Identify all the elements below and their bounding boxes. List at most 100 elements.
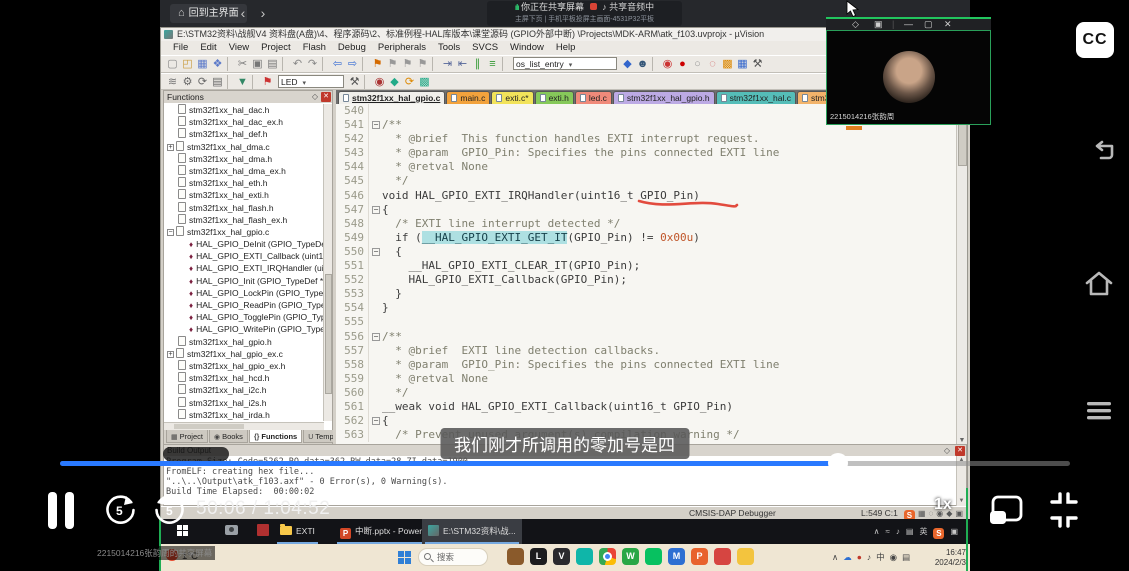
tree-item[interactable]: ♦HAL_GPIO_EXTI_Callback (uint16_t GPIO..… [165,250,323,262]
search-icon[interactable]: ◉ [660,56,675,72]
bookmark-next-icon[interactable]: ⚑ [400,56,415,72]
box-icon[interactable]: ▩ [720,56,735,72]
editor-tab-exti-c-[interactable]: exti.c* [491,91,533,104]
restore-icon[interactable]: ▣ [874,19,883,30]
redo-icon[interactable]: ↷ [305,56,320,72]
tree-item[interactable]: stm32f1xx_hal_dac_ex.h [165,116,323,128]
editor-tab-led-c[interactable]: led.c [575,91,612,104]
uvision-window[interactable]: E:\STM32资料\战... [422,519,522,544]
editor-tab-exti-h[interactable]: exti.h [535,91,574,104]
chevron-up-icon[interactable]: ∧ [874,527,880,536]
tablet-icon[interactable]: ▣ [950,527,958,536]
taskbar-search[interactable]: 搜索 [418,548,488,566]
playback-speed[interactable]: 1x [934,496,952,514]
collapse-icon[interactable]: − [167,229,174,236]
tree-item[interactable]: stm32f1xx_hal_exti.h [165,189,323,201]
expand-icon[interactable]: + [167,144,174,151]
chevron-up-icon[interactable]: ∧ [832,552,838,562]
fold-icon[interactable]: − [372,248,380,256]
manage-components-icon[interactable]: ▩ [417,74,432,90]
start-button-win11[interactable] [398,551,411,564]
close-build-output-button[interactable]: ✕ [955,446,965,456]
tree-item[interactable]: ♦HAL_GPIO_WritePin (GPIO_TypeDef *GP... [165,323,323,335]
tree-item[interactable]: stm32f1xx_hal_i2s.h [165,397,323,409]
tree-item[interactable]: stm32f1xx_hal_dac.h [165,104,323,116]
cc-button[interactable]: CC [1076,22,1114,58]
input-lang-icon[interactable]: 英 [919,527,927,536]
debug-session-icon[interactable]: ◉ [372,74,387,90]
tree-item[interactable]: −stm32f1xx_hal_gpio.c [165,226,323,238]
battery-icon[interactable]: ▤ [902,552,910,562]
menu-file[interactable]: File [167,41,194,55]
tree-item[interactable]: +stm32f1xx_hal_dma.c [165,141,323,153]
app-monkey-icon[interactable] [507,548,524,565]
folder-window-exti[interactable]: EXTI [274,519,321,544]
tree-item[interactable]: stm32f1xx_hal_hcd.h [165,372,323,384]
maximize-icon[interactable]: ▢ [924,19,933,30]
breakpoint-clear-icon[interactable]: ◌ [705,56,720,72]
run-to-line-icon[interactable]: ☻ [635,56,650,72]
target-flag-icon[interactable]: ⚑ [260,74,275,90]
pause-button[interactable] [48,492,80,529]
app-chrome-icon[interactable] [599,548,616,565]
tree-item[interactable]: stm32f1xx_hal_dma_ex.h [165,165,323,177]
rewind-5-button[interactable]: 5 [102,492,138,528]
editor-vscrollbar[interactable]: ▲▼ [956,104,967,444]
seek-bar[interactable] [60,461,1070,466]
editor-tab-stm32f1xx-hal-c[interactable]: stm32f1xx_hal.c [716,91,796,104]
translate-icon[interactable]: ≋ [165,74,180,90]
volume-icon[interactable]: ♪ [896,527,900,536]
close-panel-button[interactable]: ✕ [321,92,331,102]
target-select-combo[interactable]: LED▾ [278,75,344,88]
nav-prev-button[interactable]: ‹ [236,3,250,23]
bookmark-clear-icon[interactable]: ⚑ [415,56,430,72]
grid-icon[interactable]: ▦ [735,56,750,72]
save-icon[interactable]: ▦ [195,56,210,72]
app-red-icon[interactable] [714,548,731,565]
save-all-icon[interactable]: ❖ [210,56,225,72]
uncomment-icon[interactable]: ≡ [485,56,500,72]
back-icon[interactable] [1088,140,1116,162]
app-blue-icon[interactable]: M [668,548,685,565]
editor-tab-stm32f1xx-hal-gpio-c[interactable]: stm32f1xx_hal_gpio.c [338,91,445,104]
pin-icon[interactable]: ◇ [312,91,318,103]
tree-item[interactable]: stm32f1xx_hal_gpio_ex.h [165,360,323,372]
media-icon[interactable]: ♪ [867,552,871,562]
comment-icon[interactable]: ∥ [470,56,485,72]
panel-tab-books[interactable]: ◉Books [209,430,248,443]
fold-icon[interactable]: − [372,417,380,425]
webcam-video[interactable]: 2215014216张韵周 [826,30,991,125]
functions-tree-hscrollbar[interactable] [164,422,324,430]
tree-item[interactable]: stm32f1xx_hal_flash.h [165,202,323,214]
menu-edit[interactable]: Edit [194,41,222,55]
keyboard-icon[interactable]: ▤ [906,527,914,536]
copy-icon[interactable]: ▣ [250,56,265,72]
network-icon[interactable]: ≈ [885,527,889,536]
tree-item[interactable]: stm32f1xx_hal_irda.h [165,409,323,421]
app-dark-l-icon[interactable]: L [530,548,547,565]
bookmark-icon[interactable]: ⚑ [370,56,385,72]
editor-tab-main-c[interactable]: main.c [446,91,490,104]
open-icon[interactable]: ◰ [180,56,195,72]
new-file-icon[interactable]: ▢ [165,56,180,72]
nav-next-button[interactable]: › [256,3,270,23]
cut-icon[interactable]: ✂ [235,56,250,72]
tree-item[interactable]: ♦HAL_GPIO_Init (GPIO_TypeDef *GPIOx, ... [165,275,323,287]
tree-item[interactable]: stm32f1xx_hal_gpio.h [165,336,323,348]
breakpoint-icon[interactable]: ● [675,56,690,72]
tree-item[interactable]: ♦HAL_GPIO_LockPin (GPIO_TypeDef *GPI... [165,287,323,299]
atk-app[interactable] [250,519,276,544]
exit-fullscreen-button[interactable] [1044,490,1084,530]
menu-svcs[interactable]: SVCS [466,41,504,55]
wrench-icon[interactable]: ⚒ [750,56,765,72]
tree-item[interactable]: stm32f1xx_hal_dma.h [165,153,323,165]
manage-run-icon[interactable]: ⟳ [402,74,417,90]
fold-icon[interactable]: − [372,206,380,214]
bookmark-prev-icon[interactable]: ⚑ [385,56,400,72]
forward-5-button[interactable]: 5 [152,492,188,528]
camera-app[interactable] [218,519,245,544]
paste-icon[interactable]: ▤ [265,56,280,72]
outdent-icon[interactable]: ⇤ [455,56,470,72]
taskbar-clock[interactable]: 16:47 2024/2/3 [930,548,966,567]
tree-item[interactable]: stm32f1xx_hal_i2c.h [165,384,323,396]
